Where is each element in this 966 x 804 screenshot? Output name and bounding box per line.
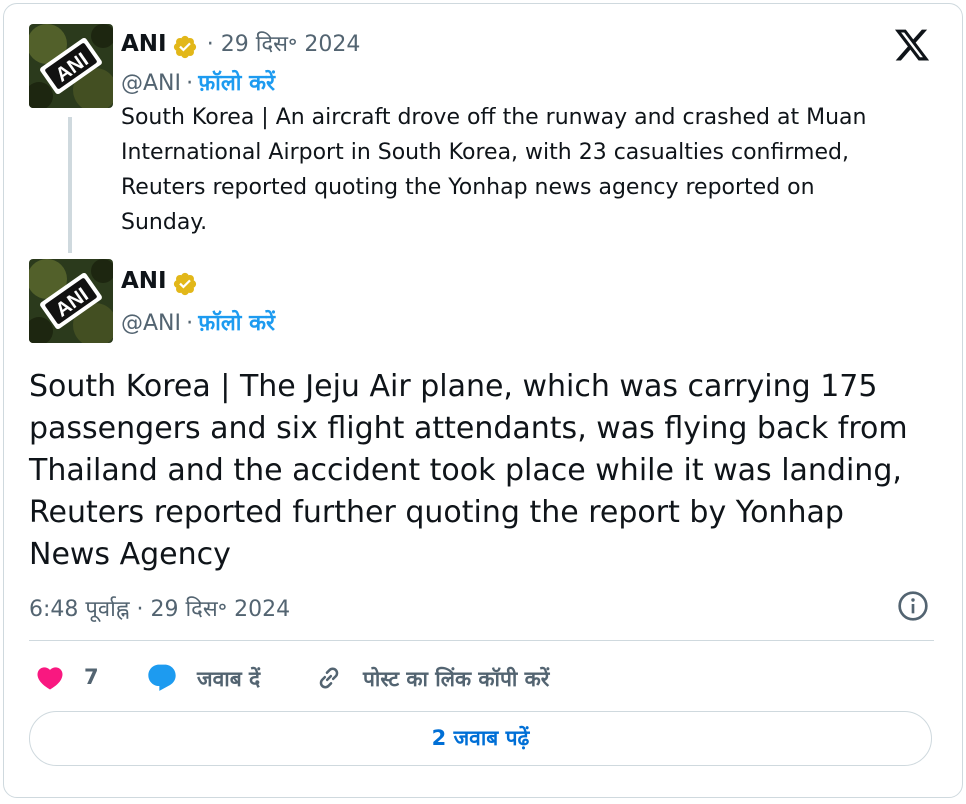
- quoted-handle-row: @ANI · फ़ॉलो करें: [121, 67, 275, 97]
- read-replies-button[interactable]: 2 जवाब पढ़ें: [29, 711, 932, 766]
- separator-dot: ·: [186, 71, 194, 96]
- main-author-row: ANI: [121, 268, 198, 297]
- text-line: passengers and six flight attendants, wa…: [29, 411, 908, 446]
- main-author-name[interactable]: ANI: [121, 268, 167, 294]
- text-line: South Korea | The Jeju Air plane, which …: [29, 369, 878, 404]
- text-line: South Korea | An aircraft drove off the …: [121, 105, 867, 130]
- like-count: 7: [84, 665, 99, 689]
- quoted-author-name[interactable]: ANI: [121, 31, 167, 57]
- quoted-author-row: ANI · 29 दिस॰ 2024: [121, 28, 360, 60]
- text-line: Thailand and the accident took place whi…: [29, 453, 902, 488]
- copy-link-button[interactable]: पोस्ट का लिंक कॉपी करें: [313, 660, 603, 696]
- like-button[interactable]: 7: [34, 660, 114, 696]
- info-icon[interactable]: [897, 590, 929, 622]
- text-line: News Agency: [29, 537, 231, 572]
- thread-connector-line: [68, 117, 72, 253]
- verified-badge-icon: [173, 35, 196, 58]
- text-line: Reuters reported further quoting the rep…: [29, 495, 844, 530]
- heart-icon: [37, 667, 63, 690]
- reply-label: जवाब दें: [197, 667, 261, 691]
- text-line: Sunday.: [121, 210, 208, 235]
- verified-badge-icon: [173, 272, 196, 295]
- quoted-tweet-date[interactable]: · 29 दिस॰ 2024: [207, 32, 361, 57]
- separator-dot: ·: [186, 311, 194, 336]
- reply-button[interactable]: जवाब दें: [145, 660, 280, 696]
- main-author-avatar[interactable]: ANI: [29, 259, 113, 343]
- copy-link-label: पोस्ट का लिंक कॉपी करें: [363, 667, 550, 691]
- main-handle-row: @ANI · फ़ॉलो करें: [121, 307, 275, 337]
- text-line: International Airport in South Korea, wi…: [121, 140, 849, 165]
- main-author-handle[interactable]: @ANI: [121, 311, 181, 336]
- quoted-author-handle[interactable]: @ANI: [121, 71, 181, 96]
- text-line: Reuters reported quoting the Yonhap news…: [121, 175, 815, 200]
- main-follow-link[interactable]: फ़ॉलो करें: [198, 311, 275, 336]
- quoted-tweet-text: South Korea | An aircraft drove off the …: [121, 100, 941, 240]
- tweet-timestamp[interactable]: 6:48 पूर्वाह्न · 29 दिस॰ 2024: [29, 593, 290, 623]
- divider: [29, 640, 934, 641]
- main-tweet-text: South Korea | The Jeju Air plane, which …: [29, 366, 934, 576]
- quoted-author-avatar[interactable]: ANI: [29, 24, 113, 108]
- quoted-follow-link[interactable]: फ़ॉलो करें: [198, 71, 275, 96]
- reply-bubble-icon: [148, 664, 176, 691]
- link-icon: [319, 667, 339, 689]
- x-logo-icon[interactable]: [892, 26, 932, 64]
